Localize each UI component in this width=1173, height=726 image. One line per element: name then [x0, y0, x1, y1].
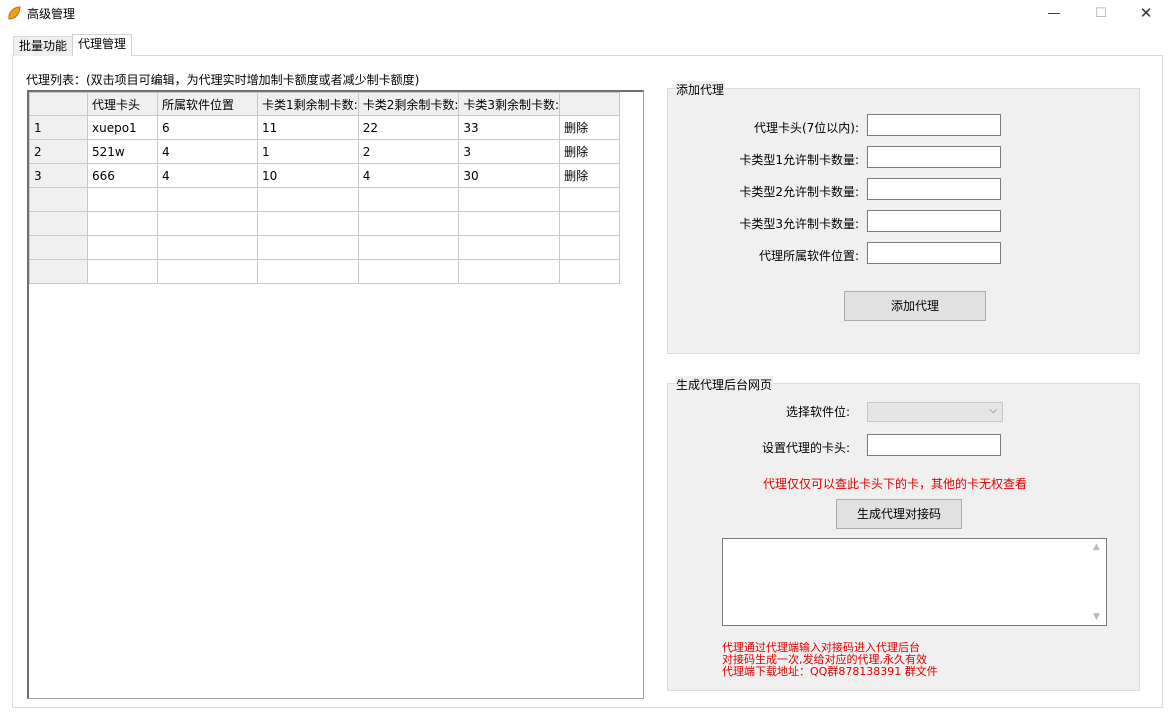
- cell-type2-remaining[interactable]: 4: [357, 163, 460, 188]
- add-agent-group-title: 添加代理: [675, 81, 726, 98]
- row-header[interactable]: [29, 187, 88, 212]
- empty-cell[interactable]: [559, 187, 621, 212]
- row-header[interactable]: [29, 211, 88, 236]
- cell-type2-remaining[interactable]: 22: [357, 115, 460, 140]
- empty-cell[interactable]: [357, 211, 460, 236]
- grid-header-row: 代理卡头 所属软件位置 卡类1剩余制卡数: 卡类2剩余制卡数: 卡类3剩余制卡数…: [29, 92, 621, 116]
- app-icon: [8, 6, 21, 20]
- cell-type2-remaining[interactable]: 2: [357, 139, 460, 164]
- column-header-action[interactable]: [559, 92, 621, 116]
- row-header[interactable]: 3: [29, 163, 88, 188]
- empty-cell[interactable]: [458, 211, 561, 236]
- textarea-scrollbar[interactable]: ▲ ▼: [1089, 539, 1106, 625]
- window-title: 高级管理: [27, 7, 76, 21]
- cell-software-position[interactable]: 4: [157, 163, 258, 188]
- software-position-input[interactable]: [867, 242, 1001, 264]
- chevron-down-icon: ⌵: [989, 405, 997, 416]
- minimize-button[interactable]: —: [1031, 0, 1077, 27]
- column-header-type2-remaining[interactable]: 卡类2剩余制卡数:: [357, 92, 460, 116]
- cell-card-head[interactable]: 521w: [87, 139, 158, 164]
- maximize-button[interactable]: ☐: [1078, 0, 1124, 27]
- table-row-empty[interactable]: [29, 259, 621, 284]
- empty-cell[interactable]: [357, 187, 460, 212]
- close-button[interactable]: ✕: [1123, 0, 1169, 27]
- empty-cell[interactable]: [157, 187, 258, 212]
- empty-cell[interactable]: [87, 211, 158, 236]
- type2-quota-label: 卡类型2允许制卡数量:: [739, 185, 859, 199]
- empty-cell[interactable]: [257, 211, 359, 236]
- empty-cell[interactable]: [458, 187, 561, 212]
- column-header-card-head[interactable]: 代理卡头: [87, 92, 158, 116]
- table-row-empty[interactable]: [29, 235, 621, 260]
- table-row-empty[interactable]: [29, 211, 621, 236]
- column-header-type1-remaining[interactable]: 卡类1剩余制卡数:: [257, 92, 359, 116]
- title-bar: 高级管理 — ☐ ✕: [0, 0, 1173, 27]
- tab-batch-functions[interactable]: 批量功能: [13, 36, 74, 56]
- scroll-down-icon[interactable]: ▼: [1093, 612, 1100, 622]
- card-head-input[interactable]: [867, 114, 1001, 136]
- cell-type3-remaining[interactable]: 30: [458, 163, 561, 188]
- empty-cell[interactable]: [157, 211, 258, 236]
- table-row[interactable]: 2 521w 4 1 2 3 删除: [29, 139, 621, 164]
- agent-card-head-label: 设置代理的卡头:: [761, 441, 850, 455]
- add-agent-button[interactable]: 添加代理: [844, 291, 986, 321]
- empty-cell[interactable]: [357, 259, 460, 284]
- table-row-empty[interactable]: [29, 187, 621, 212]
- tab-agent-management[interactable]: 代理管理: [72, 34, 133, 56]
- agent-grid[interactable]: 代理卡头 所属软件位置 卡类1剩余制卡数: 卡类2剩余制卡数: 卡类3剩余制卡数…: [29, 92, 621, 284]
- type2-quota-input[interactable]: [867, 178, 1001, 200]
- empty-cell[interactable]: [257, 235, 359, 260]
- type1-quota-input[interactable]: [867, 146, 1001, 168]
- grid-corner-header[interactable]: [29, 92, 88, 116]
- cell-type3-remaining[interactable]: 33: [458, 115, 561, 140]
- software-select[interactable]: ⌵: [867, 402, 1003, 422]
- agent-card-head-input[interactable]: [867, 434, 1001, 456]
- cell-type1-remaining[interactable]: 10: [257, 163, 359, 188]
- row-header[interactable]: 1: [29, 115, 88, 140]
- empty-cell[interactable]: [559, 235, 621, 260]
- empty-cell[interactable]: [458, 259, 561, 284]
- cell-card-head[interactable]: 666: [87, 163, 158, 188]
- code-output-textarea[interactable]: ▲ ▼: [722, 538, 1107, 626]
- cell-software-position[interactable]: 4: [157, 139, 258, 164]
- cell-type3-remaining[interactable]: 3: [458, 139, 561, 164]
- empty-cell[interactable]: [257, 259, 359, 284]
- empty-cell[interactable]: [157, 235, 258, 260]
- row-header[interactable]: [29, 235, 88, 260]
- row-header[interactable]: 2: [29, 139, 88, 164]
- table-row[interactable]: 3 666 4 10 4 30 删除: [29, 163, 621, 188]
- delete-link[interactable]: 删除: [559, 115, 621, 140]
- empty-cell[interactable]: [458, 235, 561, 260]
- generate-group-title: 生成代理后台网页: [675, 376, 774, 393]
- cell-card-head[interactable]: xuepo1: [87, 115, 158, 140]
- empty-cell[interactable]: [87, 235, 158, 260]
- cell-type1-remaining[interactable]: 11: [257, 115, 359, 140]
- scroll-up-icon[interactable]: ▲: [1093, 542, 1100, 552]
- card-head-label: 代理卡头(7位以内):: [753, 121, 859, 135]
- cell-type1-remaining[interactable]: 1: [257, 139, 359, 164]
- delete-link[interactable]: 删除: [559, 139, 621, 164]
- empty-cell[interactable]: [559, 211, 621, 236]
- table-row[interactable]: 1 xuepo1 6 11 22 33 删除: [29, 115, 621, 140]
- empty-cell[interactable]: [559, 259, 621, 284]
- type3-quota-input[interactable]: [867, 210, 1001, 232]
- permission-warning: 代理仅仅可以查此卡头下的卡，其他的卡无权查看: [763, 477, 1028, 491]
- empty-cell[interactable]: [157, 259, 258, 284]
- type3-quota-label: 卡类型3允许制卡数量:: [739, 217, 859, 231]
- type1-quota-label: 卡类型1允许制卡数量:: [739, 153, 859, 167]
- cell-software-position[interactable]: 6: [157, 115, 258, 140]
- delete-link[interactable]: 删除: [559, 163, 621, 188]
- row-header[interactable]: [29, 259, 88, 284]
- software-select-label: 选择软件位:: [785, 405, 850, 419]
- agent-list-label: 代理列表：(双击项目可编辑，为代理实时增加制卡额度或者减少制卡额度): [26, 73, 420, 87]
- empty-cell[interactable]: [257, 187, 359, 212]
- generate-code-button[interactable]: 生成代理对接码: [836, 499, 962, 529]
- empty-cell[interactable]: [87, 187, 158, 212]
- empty-cell[interactable]: [357, 235, 460, 260]
- empty-cell[interactable]: [87, 259, 158, 284]
- software-position-label: 代理所属软件位置:: [758, 249, 859, 263]
- note-line-3: 代理端下载地址：QQ群878138391 群文件: [722, 665, 938, 678]
- column-header-software-position[interactable]: 所属软件位置: [157, 92, 258, 116]
- column-header-type3-remaining[interactable]: 卡类3剩余制卡数:: [458, 92, 561, 116]
